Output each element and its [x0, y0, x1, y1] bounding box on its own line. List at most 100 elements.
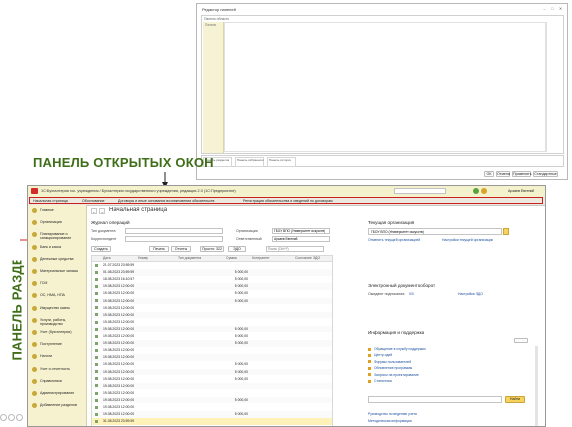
sidebar-item[interactable]: ОС, НМА, НПА: [32, 292, 86, 303]
create-button[interactable]: Создать: [91, 246, 111, 252]
sidebar-item[interactable]: Денежные средства: [32, 256, 86, 267]
info-menu-button[interactable]: [514, 338, 528, 343]
sidebar-item[interactable]: Добавление разделов: [32, 402, 86, 413]
table-row[interactable]: 21.07.2023 23:59:59: [92, 262, 332, 269]
table-row[interactable]: 19.08.2023 12:00:00 5 000,00: [92, 333, 332, 340]
table-cell-date: 19.08.2023 12:00:00: [103, 298, 135, 303]
forward-button[interactable]: →: [99, 208, 105, 214]
column-header[interactable]: Тип документа: [178, 256, 201, 261]
table-cell-date: 19.08.2023 12:00:00: [103, 369, 135, 374]
table-row[interactable]: 19.08.2023 12:00:00 5 000,00: [92, 297, 332, 305]
find-button[interactable]: Найти: [505, 396, 525, 403]
table-row[interactable]: 19.08.2023 12:00:00 5 000,00: [92, 376, 332, 383]
sidebar-item[interactable]: ГСМ: [32, 280, 86, 291]
select-org-button[interactable]: [503, 228, 509, 235]
column-header[interactable]: Дата: [103, 256, 111, 261]
tab-home[interactable]: Начальная страница: [33, 198, 75, 204]
table-row[interactable]: 19.08.2023 12:00:00 5 000,00: [92, 368, 332, 376]
sidebar-item[interactable]: Организация: [32, 219, 86, 230]
sidebar-item[interactable]: Учет и отчетность: [32, 366, 86, 377]
table-row[interactable]: 19.08.2023 12:00:00 5 000,00: [92, 325, 332, 333]
back-button[interactable]: ←: [91, 208, 97, 214]
sidebar-item[interactable]: Учет (бухгалтерия): [32, 329, 86, 340]
tab-justification[interactable]: Обоснование: [82, 198, 114, 204]
document-icon: [95, 370, 98, 374]
table-row[interactable]: 19.08.2023 12:00:00 5 000,00: [92, 340, 332, 347]
column-header[interactable]: Сумма: [226, 256, 237, 261]
sidebar-item[interactable]: Банк и касса: [32, 244, 86, 255]
journal-search-input[interactable]: [266, 246, 324, 252]
support-link[interactable]: Центр идей: [374, 353, 392, 357]
sidebar-item[interactable]: Материальные запасы: [32, 268, 86, 279]
section-icon: [32, 269, 37, 274]
edo-settings-link[interactable]: Настройки ЭДО: [458, 292, 483, 296]
sidebar-item[interactable]: Услуги, работы, производство: [32, 317, 86, 328]
circle-icon[interactable]: [8, 414, 15, 421]
edo-count[interactable]: 0/0: [409, 292, 414, 296]
table-row[interactable]: 19.08.2023 12:00:00: [92, 404, 332, 411]
table-row[interactable]: 19.08.2023 12:00:00: [92, 347, 332, 354]
table-row[interactable]: 01.08.2023 23:59:59 5 000,00: [92, 269, 332, 276]
document-icon: [95, 270, 98, 274]
table-row[interactable]: 19.08.2023 12:00:00 5 000,00: [92, 290, 332, 297]
table-row[interactable]: 19.08.2023 12:00:00: [92, 305, 332, 312]
sidebar-item[interactable]: Справочники: [32, 378, 86, 389]
support-link[interactable]: Обновление программы: [374, 366, 412, 370]
document-icon: [95, 391, 98, 395]
table-row[interactable]: 19.08.2023 12:00:00: [92, 390, 332, 397]
table-cell-sum: 5 000,00: [234, 277, 248, 282]
table-row[interactable]: 31.08.2023 23:59:59: [92, 418, 332, 425]
table-row[interactable]: 18.08.2023 16:10:57 5 000,00: [92, 276, 332, 283]
reports-button[interactable]: Отчеты: [171, 246, 191, 252]
info-search-input[interactable]: [368, 396, 502, 403]
global-search-input[interactable]: [394, 188, 446, 194]
sidebar-item[interactable]: Имущество казны: [32, 305, 86, 316]
table-row[interactable]: 19.08.2023 12:00:00 5 000,00: [92, 396, 332, 404]
table-row[interactable]: 19.08.2023 12:00:00: [92, 382, 332, 390]
support-link[interactable]: Статистика: [374, 379, 392, 383]
sidebar-item[interactable]: Налоги: [32, 353, 86, 364]
print-button[interactable]: Печать: [149, 246, 169, 252]
sidebar-item[interactable]: Поступление: [32, 341, 86, 352]
column-header[interactable]: Номер: [138, 256, 148, 261]
support-link[interactable]: Обращение в службу поддержки: [374, 347, 426, 351]
edo-label: Ожидают подписания:: [368, 292, 406, 296]
table-row[interactable]: 19.08.2023 12:00:00: [92, 319, 332, 326]
filter-button[interactable]: Просто: 322: [200, 246, 224, 252]
notifications-icon[interactable]: [473, 188, 479, 194]
user-name[interactable]: Арзаев Евгений: [508, 189, 534, 193]
table-cell-sum: 5 000,00: [234, 412, 248, 417]
circle-icon[interactable]: [0, 414, 7, 421]
change-org-link[interactable]: Отменить текущей организацией: [368, 238, 420, 242]
correspondent-field[interactable]: [125, 236, 223, 242]
table-row[interactable]: 19.08.2023 12:00:00 5 000,00: [92, 411, 332, 418]
column-header[interactable]: Состояние ЭДО: [295, 256, 320, 261]
document-icon: [95, 306, 98, 310]
circle-icon[interactable]: [16, 414, 23, 421]
table-row[interactable]: 19.08.2023 12:00:00 5 000,00: [92, 283, 332, 290]
tab-contracts[interactable]: Договоры и иные основания возникновения …: [118, 198, 238, 204]
support-link[interactable]: Запросы на проектирование: [374, 373, 419, 377]
tab-obligations[interactable]: Регистрация обязательства и сведений по …: [243, 198, 363, 204]
table-cell-sum: 5 000,00: [234, 291, 248, 296]
org-field[interactable]: ГБОУ ВПО (Университет искусств): [272, 228, 330, 234]
column-header[interactable]: Контрагент: [252, 256, 270, 261]
current-org-field[interactable]: ГБОУ ВПО (Университет искусств): [368, 228, 502, 235]
table-cell-sum: 5 000,00: [234, 376, 248, 381]
sidebar-item[interactable]: Администрирование: [32, 390, 86, 401]
info-scrollbar[interactable]: [535, 346, 538, 426]
org-settings-link[interactable]: Настройки текущей организации: [442, 238, 493, 242]
support-link[interactable]: Форумы пользователей: [374, 360, 411, 364]
info-footer-link[interactable]: Руководство по ведению учета: [368, 412, 417, 416]
table-row[interactable]: 19.08.2023 12:00:00 5 000,00: [92, 361, 332, 368]
sidebar-item[interactable]: Главное: [32, 207, 86, 218]
table-row[interactable]: 19.08.2023 12:00:00: [92, 354, 332, 361]
info-footer-link[interactable]: Методическая информация: [368, 419, 412, 423]
doc-type-field[interactable]: [125, 228, 223, 234]
document-icon: [95, 292, 98, 296]
history-icon[interactable]: [481, 188, 487, 194]
responsible-field[interactable]: Арзаев Евгений: [272, 236, 330, 242]
table-row[interactable]: 19.08.2023 12:00:00: [92, 311, 332, 319]
edo-button[interactable]: ЭДО: [228, 246, 246, 252]
sidebar-item[interactable]: Планирование и санкционирование: [32, 231, 86, 242]
